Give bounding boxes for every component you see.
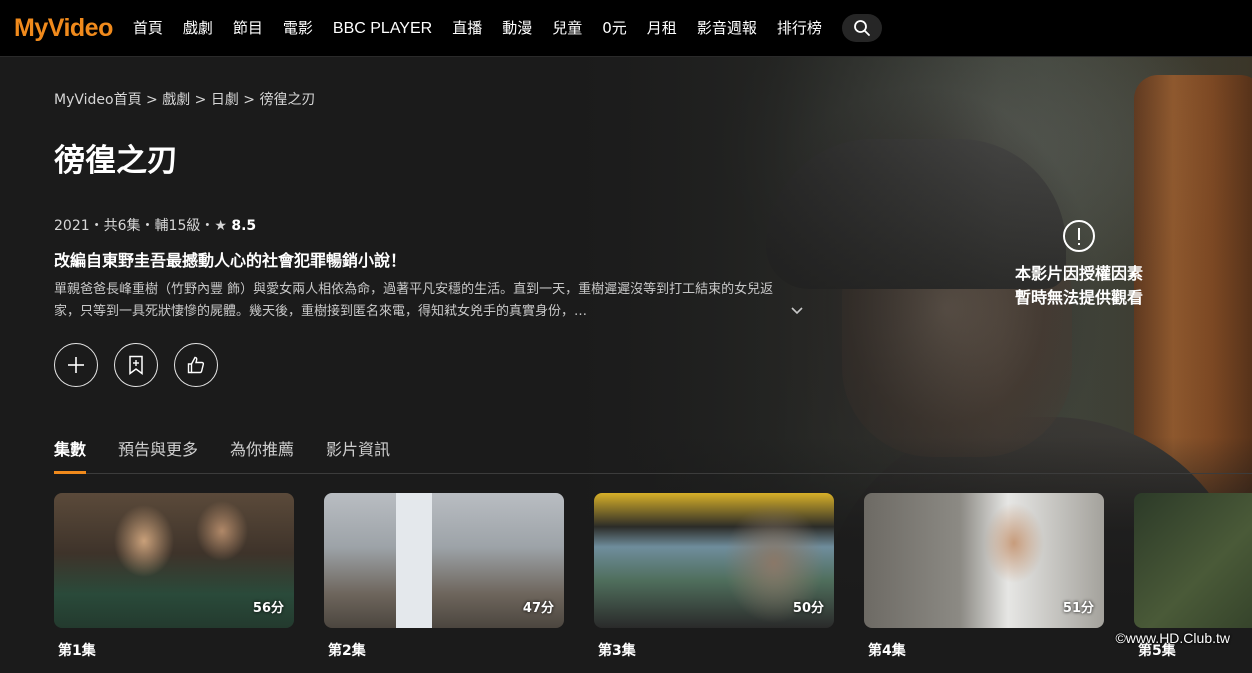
nav-item-live[interactable]: 直播 <box>442 0 492 57</box>
tab-video-info[interactable]: 影片資訊 <box>326 436 390 473</box>
episode-duration: 50分 <box>792 601 824 616</box>
episode-list: 56分 第1集 47分 第2集 50分 第3集 51分 第4集 第5集 <box>54 493 1252 673</box>
tab-trailers[interactable]: 預告與更多 <box>118 436 198 473</box>
notice-line-2: 暫時無法提供觀看 <box>1014 288 1143 307</box>
episode-card[interactable]: 56分 第1集 <box>54 493 294 660</box>
episode-thumbnail[interactable] <box>1134 493 1252 628</box>
notice-line-1: 本影片因授權因素 <box>1014 264 1143 283</box>
add-to-list-button[interactable] <box>54 343 98 387</box>
episode-label: 第4集 <box>868 643 906 659</box>
nav-item-drama[interactable]: 戲劇 <box>173 0 223 57</box>
nav-item-kids[interactable]: 兒童 <box>542 0 592 57</box>
nav-item-ranking[interactable]: 排行榜 <box>767 0 832 57</box>
bookmark-icon <box>129 355 143 375</box>
action-buttons <box>54 343 234 387</box>
episode-duration: 56分 <box>252 601 284 616</box>
episode-duration: 51分 <box>1062 601 1094 616</box>
episode-thumbnail[interactable]: 56分 <box>54 493 294 628</box>
nav-item-weekly[interactable]: 影音週報 <box>687 0 767 57</box>
tagline: 改編自東野圭吾最撼動人心的社會犯罪暢銷小說！ <box>54 251 407 270</box>
meta-info: 2021・共6集・輔15級・ <box>54 218 215 234</box>
chevron-down-icon <box>791 307 803 315</box>
thumbs-up-icon <box>187 356 205 374</box>
title-meta: 2021・共6集・輔15級・★ 8.5 <box>54 215 256 235</box>
myvideo-logo[interactable]: MyVideo <box>14 14 113 43</box>
episode-label: 第2集 <box>328 643 366 659</box>
tab-episodes[interactable]: 集數 <box>54 436 87 474</box>
nav-item-subscription[interactable]: 月租 <box>637 0 687 57</box>
search-icon <box>853 20 870 36</box>
plus-icon <box>68 357 84 373</box>
nav-item-movies[interactable]: 電影 <box>273 0 323 57</box>
episode-card[interactable]: 47分 第2集 <box>324 493 564 660</box>
episode-label: 第3集 <box>598 643 636 659</box>
episode-thumbnail[interactable]: 50分 <box>594 493 834 628</box>
nav-item-shows[interactable]: 節目 <box>223 0 273 57</box>
unavailable-notice: 本影片因授權因素 暫時無法提供觀看 <box>1000 220 1158 310</box>
tab-recommended[interactable]: 為你推薦 <box>230 436 294 473</box>
breadcrumb[interactable]: MyVideo首頁 > 戲劇 > 日劇 > 徬徨之刃 <box>54 89 315 109</box>
nav-item-free[interactable]: 0元 <box>592 0 637 57</box>
rating-value: 8.5 <box>231 218 257 234</box>
top-navigation: MyVideo 首頁 戲劇 節目 電影 BBC PLAYER 直播 動漫 兒童 … <box>0 0 1252 57</box>
synopsis: 單親爸爸長峰重樹（竹野內豐 飾）與愛女兩人相依為命，過著平凡安穩的生活。直到一天… <box>54 282 774 319</box>
episode-duration: 47分 <box>522 601 554 616</box>
content-tabs: 集數 預告與更多 為你推薦 影片資訊 <box>54 436 1252 474</box>
expand-synopsis-button[interactable] <box>790 305 804 320</box>
alert-icon <box>1063 220 1095 252</box>
star-icon: ★ <box>214 218 227 234</box>
episode-label: 第1集 <box>58 643 96 659</box>
page-title: 徬徨之刃 <box>54 143 178 179</box>
nav-item-home[interactable]: 首頁 <box>123 0 173 57</box>
episode-thumbnail[interactable]: 51分 <box>864 493 1104 628</box>
episode-thumbnail[interactable]: 47分 <box>324 493 564 628</box>
nav-item-bbc-player[interactable]: BBC PLAYER <box>323 0 442 57</box>
bookmark-button[interactable] <box>114 343 158 387</box>
episode-card[interactable]: 51分 第4集 <box>864 493 1104 660</box>
nav-item-anime[interactable]: 動漫 <box>492 0 542 57</box>
nav-menu: 首頁 戲劇 節目 電影 BBC PLAYER 直播 動漫 兒童 0元 月租 影音… <box>123 0 832 57</box>
watermark: ©www.HD.Club.tw <box>1115 630 1230 646</box>
like-button[interactable] <box>174 343 218 387</box>
episode-card[interactable]: 50分 第3集 <box>594 493 834 660</box>
search-button[interactable] <box>841 14 882 42</box>
